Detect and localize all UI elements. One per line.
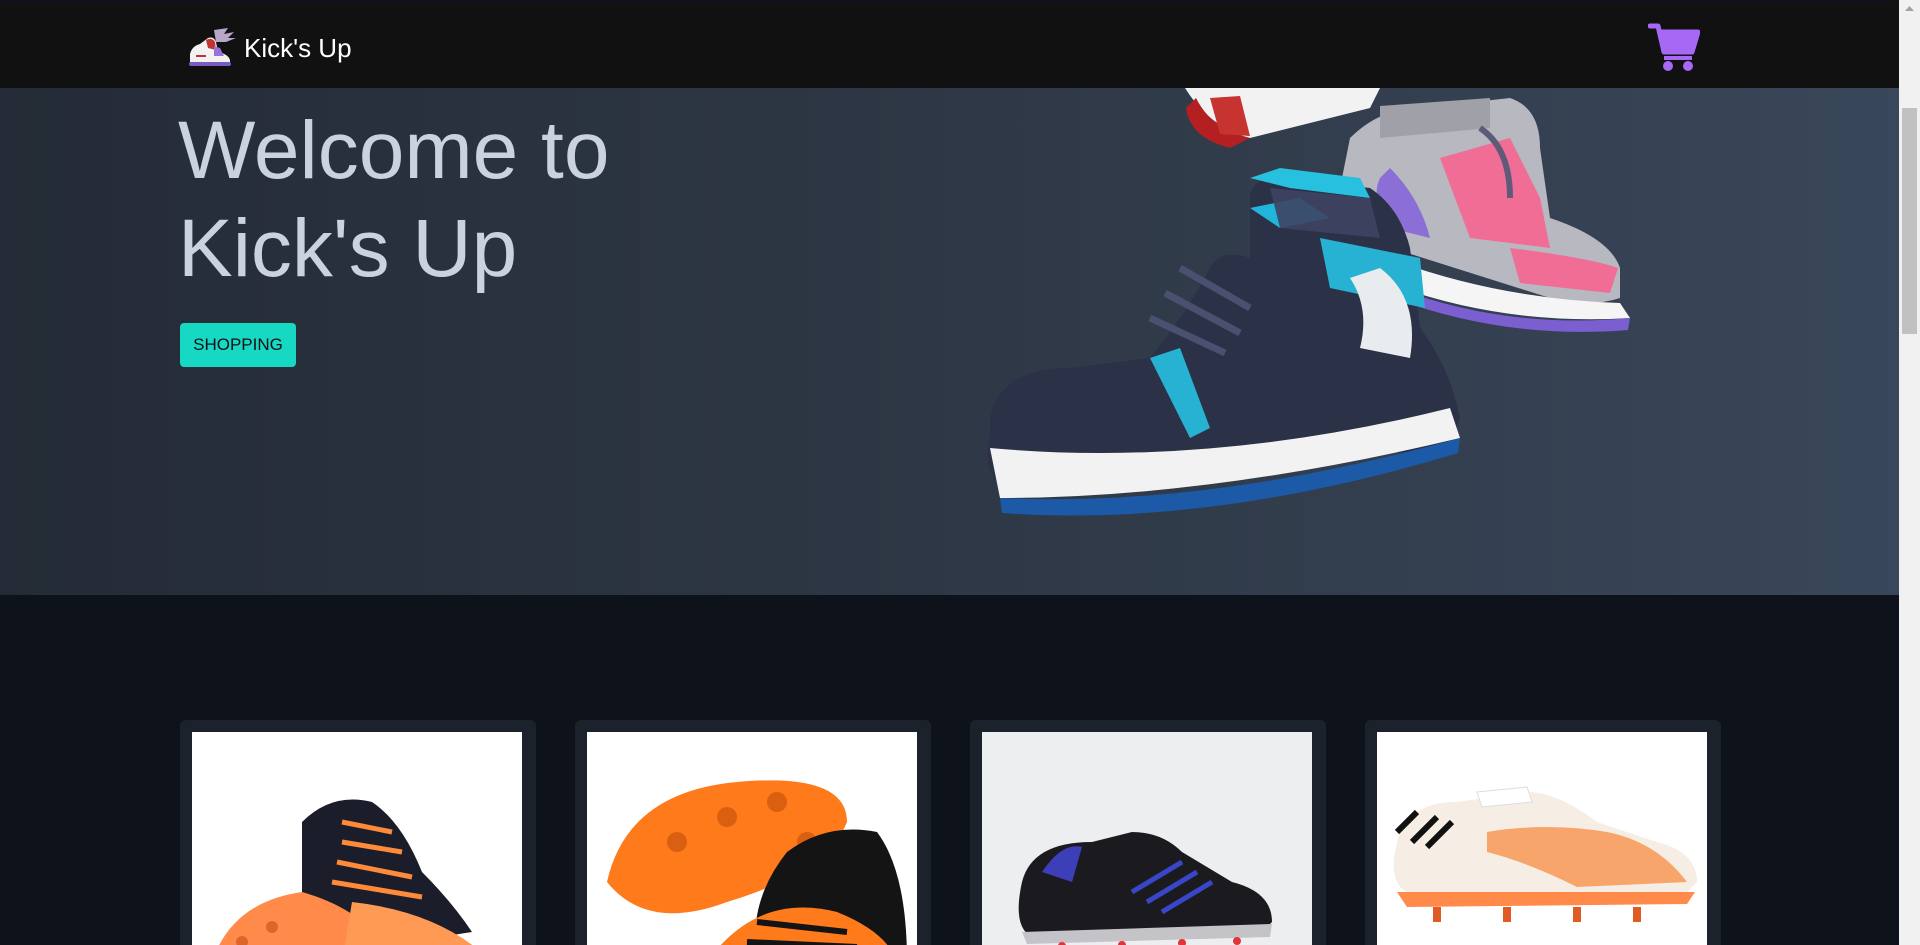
scrollbar-thumb[interactable] bbox=[1902, 108, 1917, 334]
hero-section: Welcome to Kick's Up SHOPPING bbox=[0, 88, 1899, 595]
shopping-button[interactable]: SHOPPING bbox=[180, 323, 296, 367]
hero-sneakers-image bbox=[987, 88, 1630, 516]
football-boot-icon bbox=[1018, 832, 1272, 945]
football-boot-icon bbox=[1393, 786, 1697, 922]
hero-title-line1: Welcome to bbox=[178, 105, 610, 196]
scroll-up-arrow-icon[interactable] bbox=[1899, 0, 1920, 17]
product-image bbox=[192, 732, 522, 945]
hero-title-line2: Kick's Up bbox=[178, 203, 518, 294]
product-image bbox=[982, 732, 1312, 945]
shopping-cart-icon bbox=[1647, 23, 1701, 71]
top-navbar: Kick's Up bbox=[0, 2, 1899, 88]
brand-link[interactable]: Kick's Up bbox=[184, 26, 352, 70]
product-card[interactable] bbox=[970, 720, 1326, 945]
product-card[interactable] bbox=[575, 720, 931, 945]
product-card[interactable] bbox=[180, 720, 536, 945]
hero-title: Welcome to Kick's Up bbox=[178, 102, 878, 298]
product-image bbox=[587, 732, 917, 945]
football-boot-icon bbox=[607, 780, 907, 945]
winged-sneaker-logo-icon bbox=[189, 28, 236, 66]
product-grid bbox=[180, 720, 1721, 945]
product-image bbox=[1377, 732, 1707, 945]
brand-name: Kick's Up bbox=[244, 32, 352, 63]
product-card[interactable] bbox=[1365, 720, 1721, 945]
page: Kick's Up Welcome to Kick's Up SHOPPING bbox=[0, 0, 1899, 945]
vertical-scrollbar[interactable] bbox=[1899, 0, 1920, 945]
football-boot-icon bbox=[219, 799, 473, 945]
shopping-cart-button[interactable] bbox=[1647, 20, 1701, 72]
